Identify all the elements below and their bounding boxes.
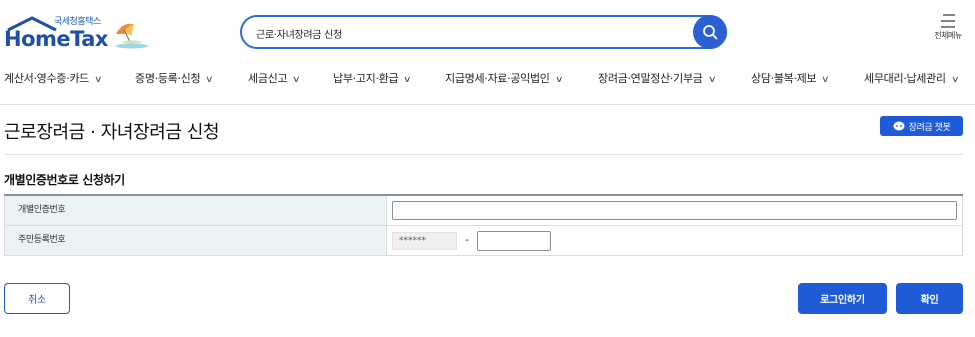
- nav-item-incentives[interactable]: 장려금·연말정산·기부금 ∨: [598, 70, 717, 86]
- resident-number-separator: -: [465, 233, 469, 246]
- nav-divider: [0, 104, 975, 105]
- form-row-resident-number: 주민등록번호 ****** -: [4, 226, 963, 256]
- form-table: 개별인증번호 주민등록번호 ****** -: [4, 194, 963, 256]
- search-button[interactable]: [693, 15, 727, 49]
- chevron-down-icon: ∨: [403, 75, 412, 85]
- search-input[interactable]: [256, 24, 676, 42]
- main-nav: 계산서·영수증·카드 ∨ 증명·등록·신청 ∨ 세금신고 ∨ 납부·고지·환급 ∨ 지급…: [0, 66, 975, 92]
- nav-item-invoices[interactable]: 계산서·영수증·카드 ∨: [4, 70, 103, 86]
- chevron-down-icon: ∨: [94, 75, 103, 85]
- auth-number-cell: [387, 196, 963, 225]
- all-menu-button[interactable]: 전체메뉴: [928, 14, 968, 50]
- chevron-down-icon: ∨: [292, 75, 301, 85]
- hometax-logo[interactable]: 국세청홈택스 HomeTax: [4, 14, 154, 52]
- chevron-down-icon: ∨: [950, 75, 960, 85]
- nav-item-payment[interactable]: 납부·고지·환급 ∨: [333, 70, 412, 86]
- nav-item-label: 세무대리·납세관리: [864, 72, 946, 85]
- nav-item-consultation[interactable]: 상담·불복·제보 ∨: [751, 70, 830, 86]
- confirm-button[interactable]: 확인: [896, 283, 963, 314]
- search-icon: [703, 25, 718, 40]
- nav-item-tax-agent[interactable]: 세무대리·납세관리 ∨: [864, 70, 960, 86]
- form-row-auth-number: 개별인증번호: [4, 196, 963, 226]
- logo-subtitle: 국세청홈택스: [54, 17, 101, 27]
- chatbot-icon: [893, 121, 905, 130]
- chevron-down-icon: ∨: [205, 75, 214, 85]
- login-button[interactable]: 로그인하기: [798, 283, 887, 314]
- chevron-down-icon: ∨: [554, 75, 564, 85]
- nav-item-label: 지급명세·자료·공익법인: [445, 72, 550, 85]
- chatbot-label: 장려금 챗봇: [908, 122, 951, 133]
- hamburger-icon: [941, 14, 955, 28]
- chatbot-button[interactable]: 장려금 챗봇: [880, 116, 963, 136]
- nav-item-label: 납부·고지·환급: [333, 72, 399, 85]
- title-divider: [4, 154, 963, 155]
- nav-item-label: 상담·불복·제보: [751, 72, 817, 85]
- auth-number-label: 개별인증번호: [4, 196, 387, 225]
- cancel-button[interactable]: 취소: [4, 283, 70, 314]
- auth-number-input[interactable]: [392, 201, 957, 220]
- logo-text: HomeTax: [4, 27, 108, 51]
- resident-number-label: 주민등록번호: [4, 226, 387, 255]
- chevron-down-icon: ∨: [707, 75, 717, 85]
- nav-item-label: 증명·등록·신청: [135, 72, 201, 85]
- resident-number-cell: ****** -: [387, 226, 963, 255]
- chevron-down-icon: ∨: [821, 75, 830, 85]
- resident-number-front: ******: [392, 232, 457, 250]
- section-title: 개별인증번호로 신청하기: [4, 173, 125, 187]
- nav-item-label: 세금신고: [248, 72, 288, 85]
- beach-umbrella-icon: [116, 23, 148, 49]
- nav-item-tax-filing[interactable]: 세금신고 ∨: [248, 70, 301, 86]
- all-menu-label: 전체메뉴: [934, 31, 962, 40]
- nav-item-label: 장려금·연말정산·기부금: [598, 72, 703, 85]
- nav-item-label: 계산서·영수증·카드: [4, 72, 89, 85]
- page-title: 근로장려금 · 자녀장려금 신청: [4, 122, 220, 143]
- nav-item-certificates[interactable]: 증명·등록·신청 ∨: [135, 70, 214, 86]
- nav-item-statements[interactable]: 지급명세·자료·공익법인 ∨: [445, 70, 564, 86]
- resident-number-back-input[interactable]: [477, 231, 551, 251]
- search-bar: [240, 15, 727, 49]
